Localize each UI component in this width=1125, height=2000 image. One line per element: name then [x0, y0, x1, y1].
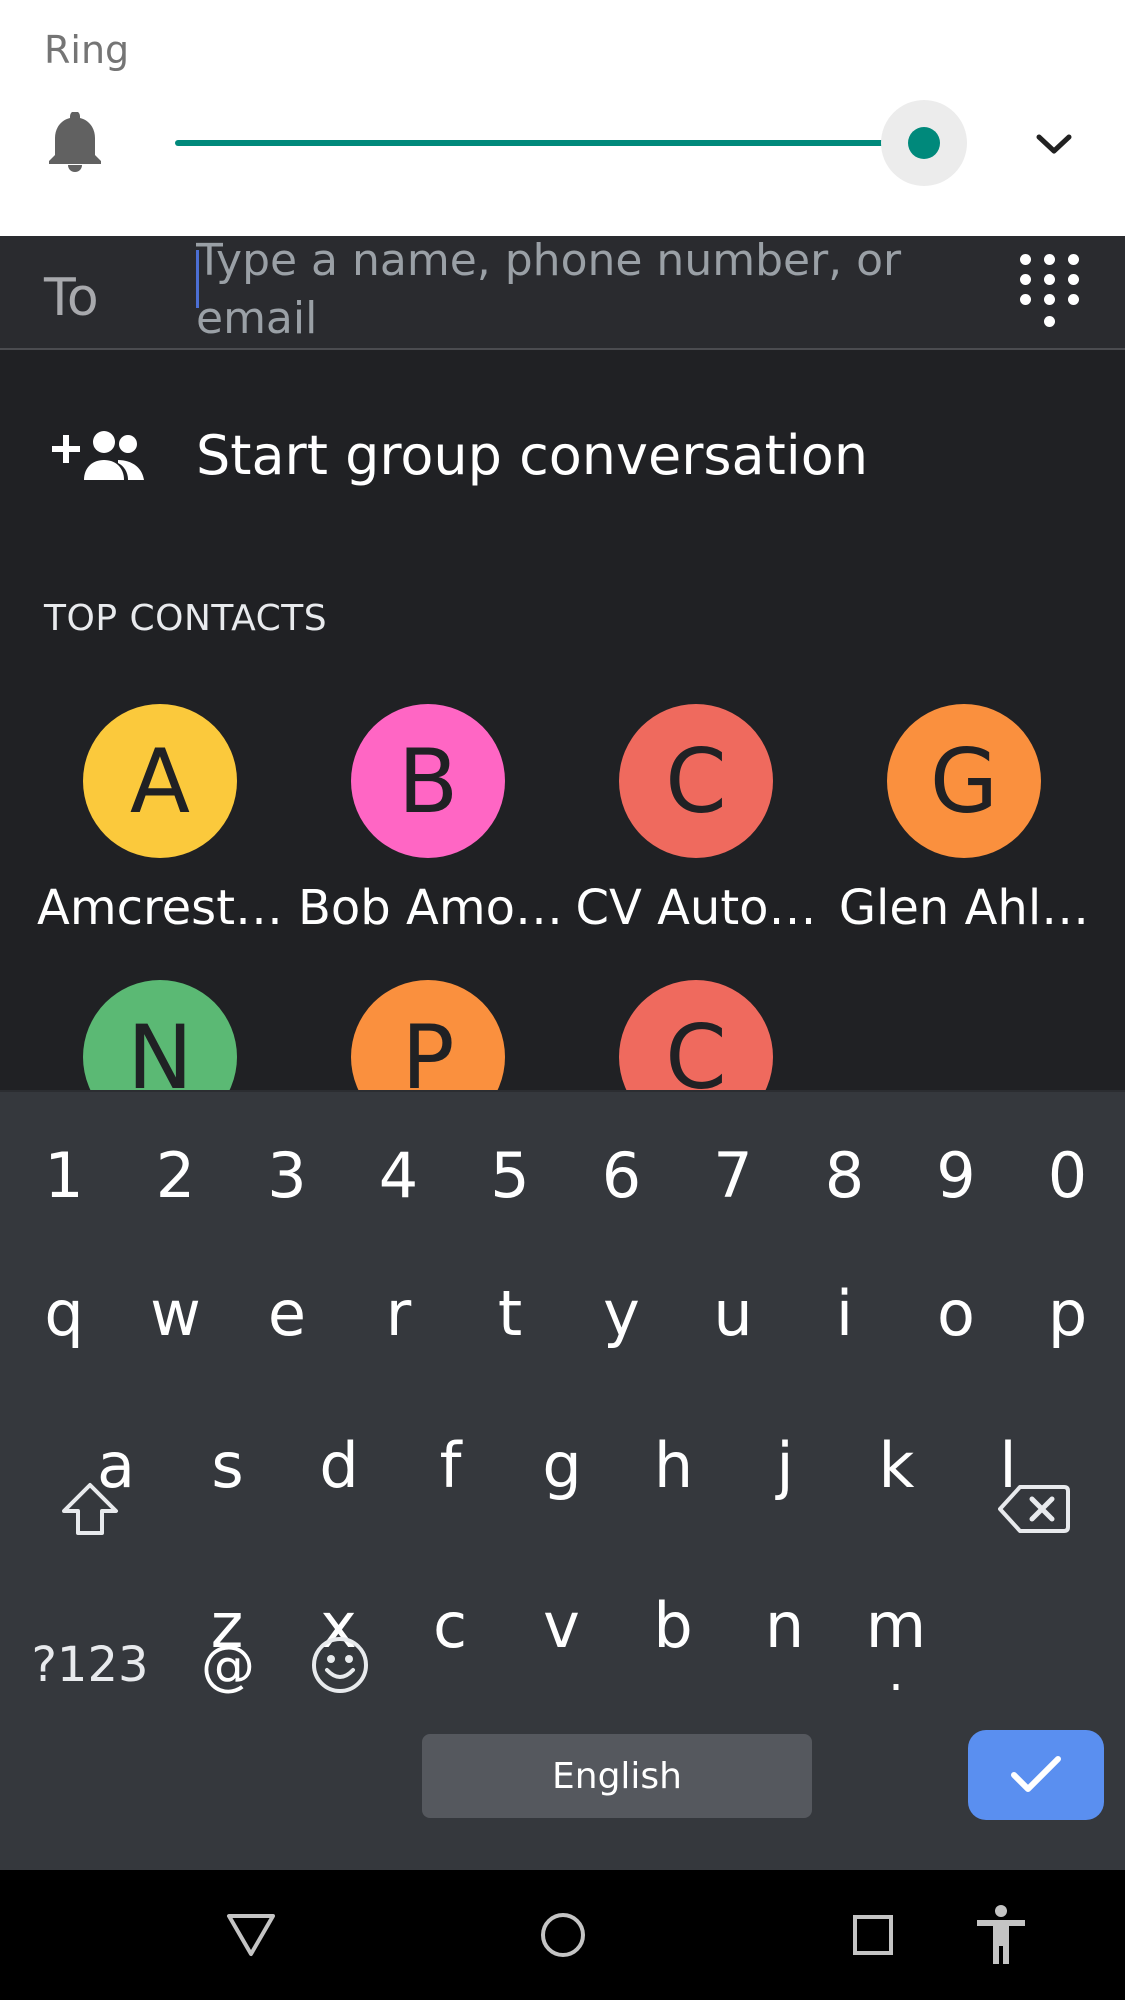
contact-avatar: C [619, 704, 773, 858]
key-p[interactable]: p [1012, 1258, 1124, 1368]
key-w[interactable]: w [120, 1258, 232, 1368]
nav-recents-button[interactable] [838, 1900, 908, 1970]
checkmark-icon [1011, 1756, 1061, 1792]
add-group-icon [52, 431, 144, 480]
contact-avatar: C [619, 980, 773, 1090]
accessibility-icon [977, 1905, 1025, 1964]
key-2[interactable]: 2 [120, 1120, 232, 1230]
nav-home-button[interactable] [528, 1900, 598, 1970]
key-y[interactable]: y [566, 1258, 678, 1368]
volume-panel: Ring [0, 0, 1125, 236]
key-9[interactable]: 9 [900, 1120, 1012, 1230]
volume-slider-thumb[interactable] [908, 127, 940, 159]
contact-avatar: B [351, 704, 505, 858]
home-icon [541, 1913, 585, 1957]
contact-name: Bob Amo… [298, 880, 563, 936]
period-key[interactable]: . [840, 1610, 952, 1720]
key-0[interactable]: 0 [1012, 1120, 1124, 1230]
key-7[interactable]: 7 [677, 1120, 789, 1230]
key-1[interactable]: 1 [8, 1120, 120, 1230]
key-4[interactable]: 4 [343, 1120, 455, 1230]
text-cursor [196, 250, 199, 308]
contact-avatar: N [83, 980, 237, 1090]
chevron-down-icon[interactable] [1034, 130, 1074, 158]
nav-accessibility-button[interactable] [966, 1900, 1036, 1970]
key-e[interactable]: e [231, 1258, 343, 1368]
key-i[interactable]: i [789, 1258, 901, 1368]
recipient-row: To [0, 236, 1125, 350]
key-n[interactable]: n [729, 1570, 841, 1680]
key-h[interactable]: h [618, 1410, 730, 1520]
new-conversation-screen: To Start group conversation TOP CONTACTS… [0, 236, 1125, 1090]
contact-avatar: G [887, 704, 1041, 858]
contact-name: CV Auto… [575, 880, 817, 936]
soft-keyboard: 1234567890 qwertyuiop asdfghjkl zxcvbnm … [0, 1090, 1125, 1870]
top-contacts-heading: TOP CONTACTS [44, 598, 328, 639]
contact-avatar: P [351, 980, 505, 1090]
contact-item[interactable]: C CV Auto… [566, 704, 826, 944]
contact-name: Glen Ahl… [838, 880, 1090, 936]
bell-icon[interactable] [48, 112, 102, 172]
key-d[interactable]: d [283, 1410, 395, 1520]
dialpad-icon[interactable] [1020, 254, 1080, 332]
key-8[interactable]: 8 [789, 1120, 901, 1230]
key-b[interactable]: b [617, 1570, 729, 1680]
backspace-icon [998, 1485, 1070, 1533]
contact-item[interactable]: G Glen Ahl… [834, 704, 1094, 944]
key-r[interactable]: r [343, 1258, 455, 1368]
key-j[interactable]: j [729, 1410, 841, 1520]
volume-slider-track[interactable] [175, 140, 924, 146]
contact-item[interactable]: P [298, 980, 558, 1090]
key-g[interactable]: g [506, 1410, 618, 1520]
key-u[interactable]: u [677, 1258, 789, 1368]
contact-name: Amcrest… [36, 880, 284, 936]
backspace-key[interactable] [978, 1454, 1090, 1564]
emoji-icon [312, 1637, 368, 1693]
symbols-key[interactable]: ?123 [20, 1610, 160, 1720]
volume-stream-label: Ring [44, 28, 130, 72]
start-group-conversation-label: Start group conversation [196, 424, 869, 487]
at-key[interactable]: @ [172, 1610, 284, 1720]
done-button[interactable] [968, 1730, 1104, 1820]
system-navigation-bar [0, 1870, 1125, 2000]
key-t[interactable]: t [454, 1258, 566, 1368]
key-6[interactable]: 6 [566, 1120, 678, 1230]
key-s[interactable]: s [172, 1410, 284, 1520]
key-c[interactable]: c [394, 1570, 506, 1680]
nav-back-button[interactable] [216, 1900, 286, 1970]
back-icon [227, 1914, 275, 1956]
contact-item[interactable]: B Bob Amo… [298, 704, 563, 944]
start-group-conversation-button[interactable]: Start group conversation [0, 396, 1125, 506]
emoji-key[interactable] [284, 1610, 396, 1720]
key-o[interactable]: o [900, 1258, 1012, 1368]
key-v[interactable]: v [506, 1570, 618, 1680]
key-3[interactable]: 3 [231, 1120, 343, 1230]
recipient-input[interactable] [196, 236, 956, 344]
contact-item[interactable]: N [30, 980, 290, 1090]
contact-avatar: A [83, 704, 237, 858]
contact-item[interactable]: A Amcrest… [30, 704, 290, 944]
key-k[interactable]: k [841, 1410, 953, 1520]
shift-key[interactable] [34, 1454, 146, 1564]
space-bar[interactable]: English [422, 1734, 812, 1818]
recents-icon [853, 1915, 893, 1955]
contact-item[interactable]: C [566, 980, 826, 1090]
to-label: To [44, 268, 99, 328]
key-f[interactable]: f [395, 1410, 507, 1520]
key-5[interactable]: 5 [454, 1120, 566, 1230]
shift-icon [62, 1483, 118, 1535]
key-q[interactable]: q [8, 1258, 120, 1368]
